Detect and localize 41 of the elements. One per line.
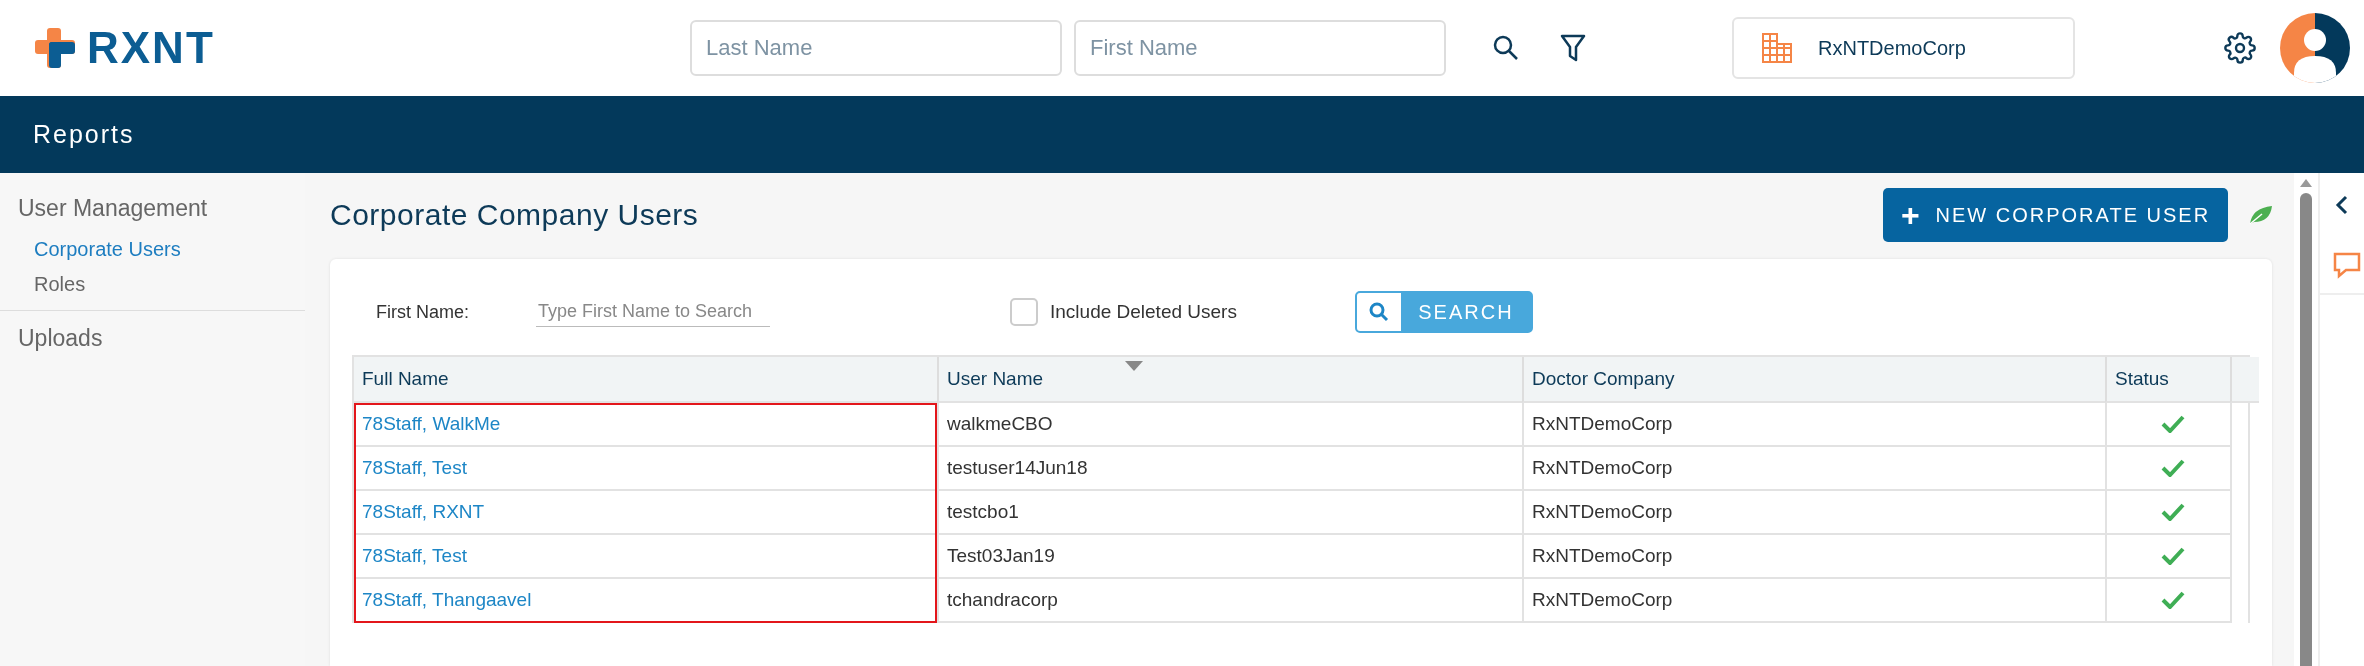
user-name-link[interactable]: 78Staff, Thangaavel (362, 589, 532, 611)
checkbox-label: Include Deleted Users (1050, 301, 1237, 323)
user-name-link[interactable]: 78Staff, Test (362, 457, 467, 479)
table-cell: walkmeCBO (937, 403, 1522, 447)
scrollbar-thumb[interactable] (2300, 193, 2312, 666)
page-section-title: Reports (33, 120, 135, 149)
sidebar-heading[interactable]: Uploads (0, 315, 305, 362)
column-header[interactable]: Status (2105, 357, 2230, 403)
column-header[interactable]: Doctor Company (1522, 357, 2105, 403)
chevron-left-icon[interactable] (2335, 195, 2349, 215)
user-name-link[interactable]: 78Staff, RXNT (362, 501, 485, 523)
company-selector[interactable]: RxNTDemoCorp (1732, 17, 2075, 79)
table-cell: Test03Jan19 (937, 535, 1522, 579)
sidebar-item[interactable]: Corporate Users (0, 232, 305, 267)
table-cell: testuser14Jun18 (937, 447, 1522, 491)
cross-logo-icon (35, 28, 75, 68)
field-label: First Name: (376, 301, 470, 323)
sidebar-item[interactable]: Roles (0, 267, 305, 302)
column-header[interactable]: User Name (937, 357, 1522, 403)
logo-text: RXNT (87, 23, 215, 73)
table-cell: RxNTDemoCorp (1522, 579, 2105, 623)
scroll-up-arrow-icon[interactable] (2300, 179, 2312, 187)
table-cell: tchandracorp (937, 579, 1522, 623)
user-name-link[interactable]: 78Staff, WalkMe (362, 413, 501, 435)
column-header[interactable]: Full Name (354, 357, 937, 403)
last-name-field[interactable]: Last Name (690, 20, 1062, 76)
avatar-icon[interactable] (2280, 13, 2350, 83)
table-cell: testcbo1 (937, 491, 1522, 535)
sidebar-heading[interactable]: User Management (0, 185, 305, 232)
include-deleted-checkbox[interactable] (1010, 298, 1038, 326)
table-cell: RxNTDemoCorp (1522, 491, 2105, 535)
table-cell: RxNTDemoCorp (1522, 447, 2105, 491)
search-icon (1368, 302, 1389, 322)
new-user-button[interactable]: + NEW CORPORATE USER (1883, 188, 2228, 242)
page-title: Corporate Company Users (330, 198, 699, 232)
leaf-icon (2248, 204, 2274, 226)
table-cell: RxNTDemoCorp (1522, 403, 2105, 447)
user-name-link[interactable]: 78Staff, Test (362, 545, 467, 567)
first-name-field[interactable]: First Name (1074, 20, 1446, 76)
building-icon (1762, 33, 1792, 63)
table-cell: RxNTDemoCorp (1522, 535, 2105, 579)
